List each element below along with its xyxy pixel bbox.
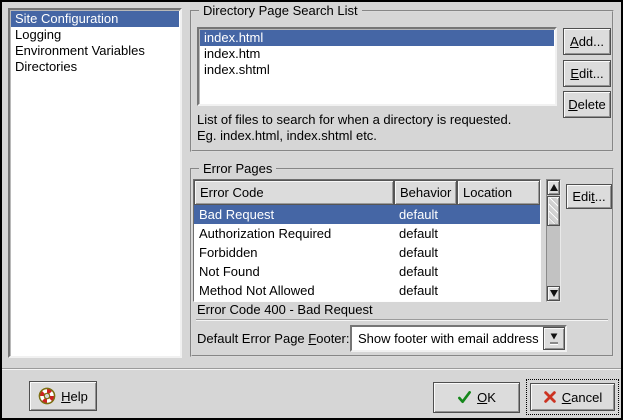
check-icon [457, 390, 472, 405]
label-mnemonic: C [562, 390, 571, 405]
sidebar-item-site-configuration[interactable]: Site Configuration [11, 11, 179, 27]
cell-location [457, 243, 540, 262]
label-post: elp [71, 389, 88, 404]
button-label: Help [61, 389, 88, 404]
label-mnemonic: A [570, 34, 579, 49]
x-icon [543, 390, 557, 404]
scroll-up-button[interactable] [547, 180, 560, 195]
column-header-location[interactable]: Location [457, 180, 540, 205]
column-header-error-code[interactable]: Error Code [194, 180, 394, 205]
table-header-row: Error Code Behavior Location [194, 180, 540, 205]
button-label: Cancel [562, 390, 602, 405]
label-post: dd... [579, 34, 604, 49]
table-row[interactable]: Not Found default [194, 262, 540, 281]
separator [2, 368, 621, 370]
list-item-index-htm[interactable]: index.htm [200, 46, 554, 62]
label-post: ooter: [316, 331, 349, 346]
add-button[interactable]: Add... [563, 28, 611, 55]
combo-bar-decoration [550, 342, 558, 344]
table-row[interactable]: Authorization Required default [194, 224, 540, 243]
arrow-up-icon [550, 184, 558, 191]
error-code-status-text: Error Code 400 - Bad Request [197, 302, 373, 317]
separator [196, 319, 608, 321]
directory-description-line1: List of files to search for when a direc… [197, 112, 511, 127]
combo-selected-value: Show footer with email address [352, 327, 543, 350]
button-label: OK [477, 390, 496, 405]
table-row[interactable]: Bad Request default [194, 205, 540, 224]
label-post: ... [595, 189, 606, 204]
sidebar-item-logging[interactable]: Logging [11, 27, 179, 43]
cancel-button-focus-ring: Cancel [526, 379, 619, 415]
sidebar-list: Site Configuration Logging Environment V… [8, 8, 182, 358]
label-mnemonic: D [568, 97, 577, 112]
chevron-down-icon [551, 334, 558, 340]
cell-behavior: default [394, 224, 457, 243]
cell-behavior: default [394, 243, 457, 262]
cell-behavior: default [394, 281, 457, 300]
label-post: dit... [579, 66, 604, 81]
cell-error-code: Authorization Required [194, 224, 394, 243]
cell-location [457, 224, 540, 243]
button-label: Add... [570, 34, 604, 49]
combo-dropdown-button[interactable] [543, 327, 565, 350]
column-header-behavior[interactable]: Behavior [394, 180, 457, 205]
label-mnemonic: O [477, 390, 487, 405]
cell-error-code: Method Not Allowed [194, 281, 394, 300]
cell-error-code: Bad Request [194, 205, 394, 224]
directory-description-line2: Eg. index.html, index.shtml etc. [197, 128, 377, 143]
list-item-index-html[interactable]: index.html [200, 30, 554, 46]
list-item-index-shtml[interactable]: index.shtml [200, 62, 554, 78]
button-label: Edit... [570, 66, 603, 81]
label-post: elete [578, 97, 606, 112]
cell-location [457, 205, 540, 224]
error-pages-table: Error Code Behavior Location Bad Request… [193, 179, 541, 302]
cell-behavior: default [394, 205, 457, 224]
sidebar-item-directories[interactable]: Directories [11, 59, 179, 75]
error-table-scrollbar[interactable] [546, 179, 561, 302]
edit-error-page-button[interactable]: Edit... [566, 184, 612, 209]
sidebar-item-environment-variables[interactable]: Environment Variables [11, 43, 179, 59]
cell-location [457, 262, 540, 281]
directory-file-list: index.html index.htm index.shtml [197, 27, 557, 106]
label-pre: Default Error Page [197, 331, 308, 346]
cancel-button[interactable]: Cancel [530, 383, 615, 411]
edit-button[interactable]: Edit... [563, 60, 611, 87]
label-pre: Edi [572, 189, 591, 204]
cell-behavior: default [394, 262, 457, 281]
button-label: Delete [568, 97, 606, 112]
cell-error-code: Not Found [194, 262, 394, 281]
scrollbar-thumb[interactable] [547, 196, 560, 226]
table-row[interactable]: Method Not Allowed default [194, 281, 540, 300]
default-error-footer-select[interactable]: Show footer with email address [350, 325, 567, 352]
cell-error-code: Forbidden [194, 243, 394, 262]
label-post: ancel [571, 390, 602, 405]
arrow-down-icon [550, 290, 558, 297]
error-frame-title: Error Pages [199, 161, 276, 177]
button-label: Edit... [572, 189, 605, 204]
default-error-footer-label: Default Error Page Footer: [197, 326, 349, 352]
life-buoy-icon [38, 387, 56, 405]
help-button[interactable]: Help [29, 381, 97, 411]
cell-location [457, 281, 540, 300]
delete-button[interactable]: Delete [563, 91, 611, 118]
label-post: K [487, 390, 496, 405]
label-mnemonic: E [570, 66, 579, 81]
label-mnemonic: H [61, 389, 70, 404]
table-row[interactable]: Forbidden default [194, 243, 540, 262]
app-window: Site Configuration Logging Environment V… [0, 0, 623, 420]
directory-frame-title: Directory Page Search List [199, 3, 362, 19]
ok-button[interactable]: OK [433, 382, 520, 413]
scroll-down-button[interactable] [547, 286, 560, 301]
